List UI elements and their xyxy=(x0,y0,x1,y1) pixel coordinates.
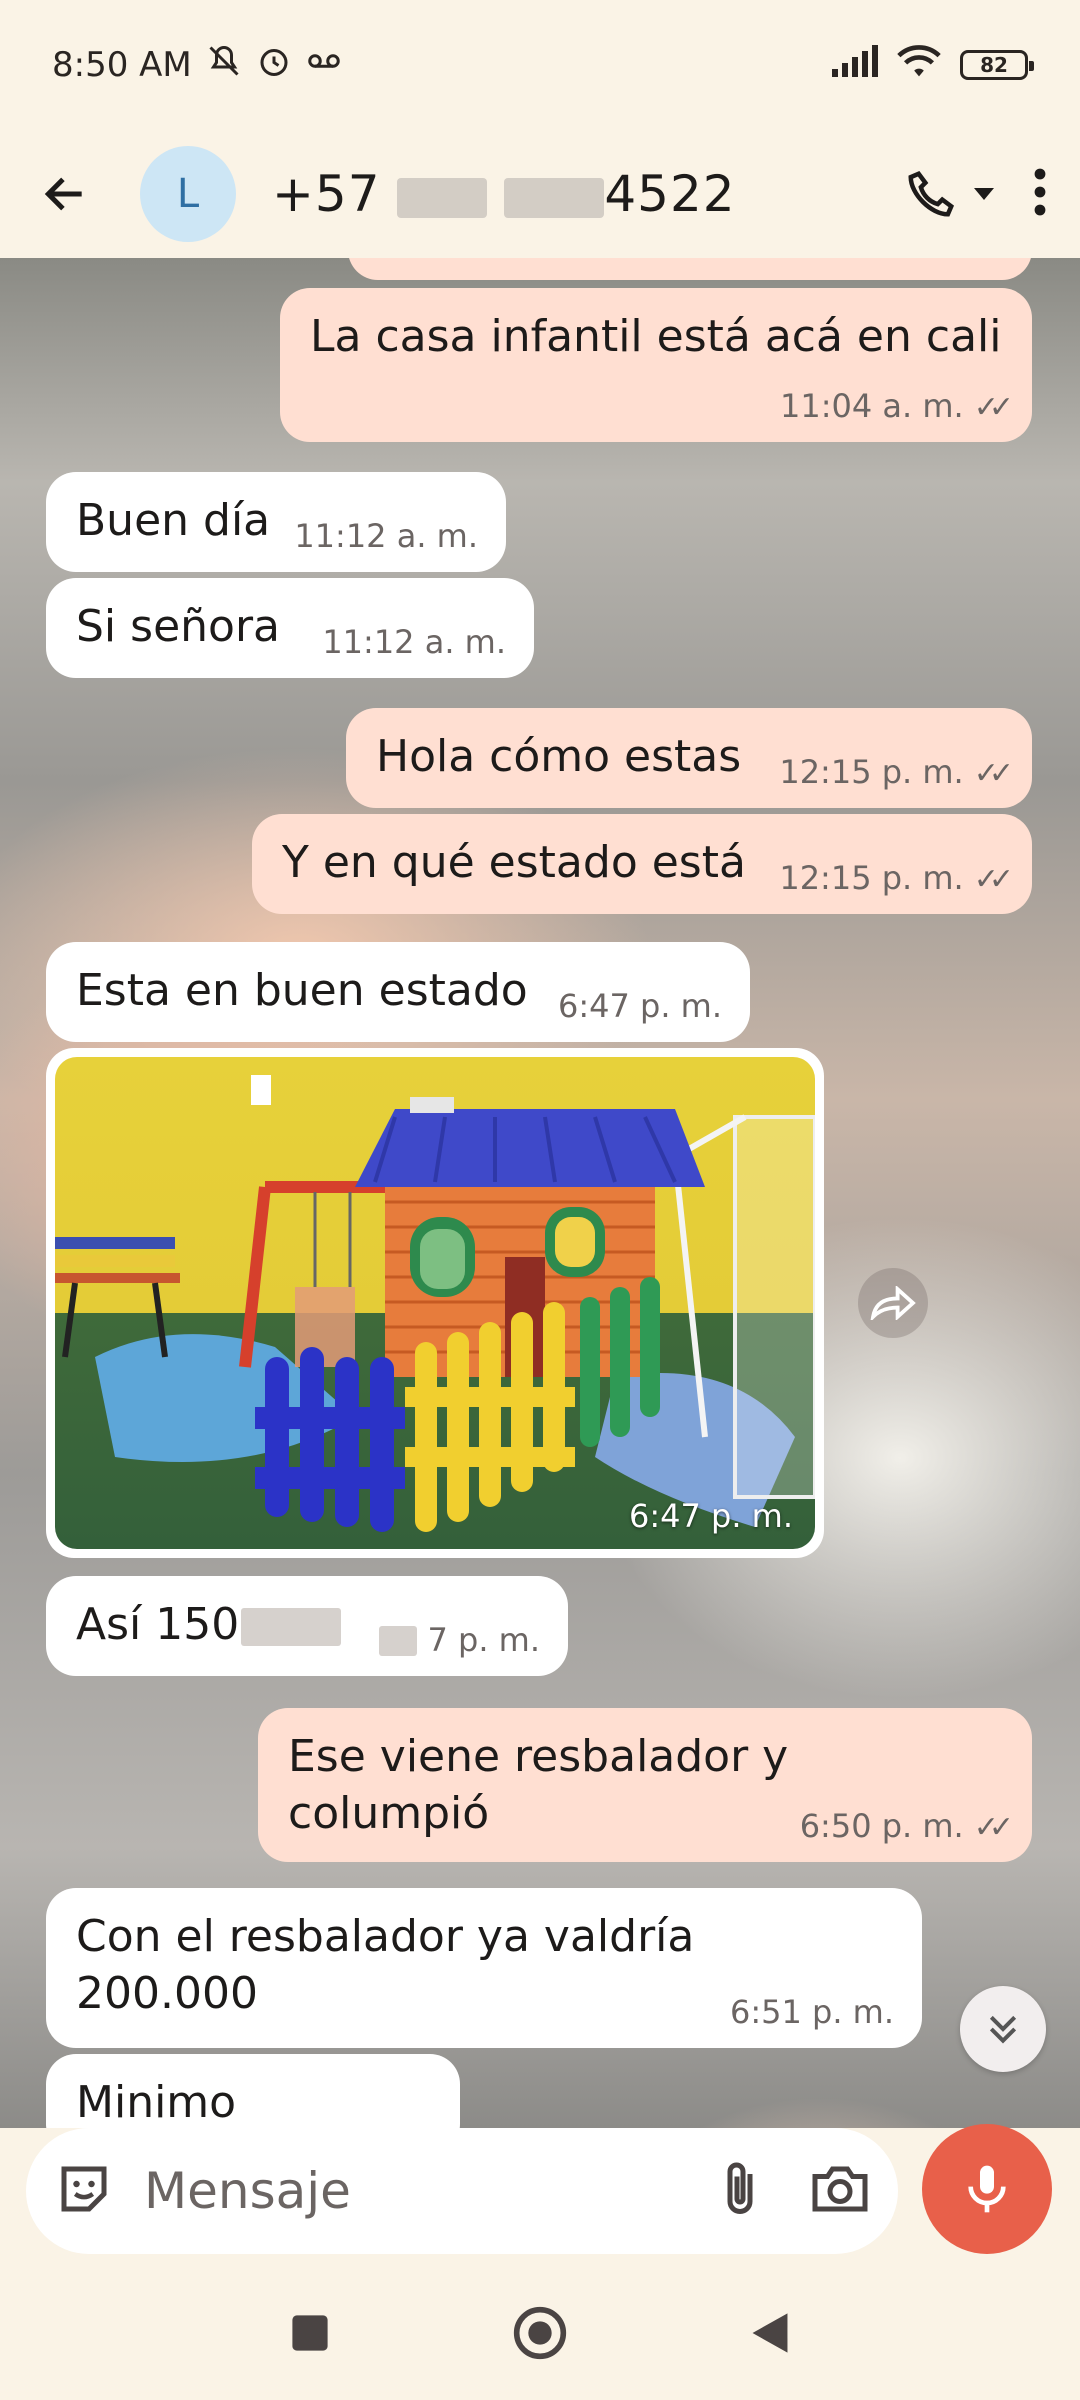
read-ticks-icon: ✓✓ xyxy=(973,755,1014,791)
alarm-icon xyxy=(256,43,292,88)
message-bubble-incoming[interactable]: Esta en buen estado 6:47 p. m. xyxy=(46,942,750,1042)
microphone-icon xyxy=(968,2165,1006,2213)
back-arrow-icon[interactable] xyxy=(30,159,100,229)
mute-icon xyxy=(206,43,242,88)
message-text: Y en qué estado está xyxy=(282,837,746,888)
message-text: La casa infantil está acá en cali xyxy=(310,311,1002,362)
forward-icon[interactable] xyxy=(858,1268,928,1338)
contact-suffix: 4522 xyxy=(604,165,736,223)
scroll-to-bottom-button[interactable] xyxy=(960,1986,1046,2072)
signal-icon xyxy=(830,44,878,87)
chat-area[interactable]: La casa infantil está acá en cali 11:04 … xyxy=(0,258,1080,2128)
more-options-icon[interactable] xyxy=(1030,165,1050,223)
camera-icon[interactable] xyxy=(810,2162,870,2220)
message-time: 11:12 a. m. xyxy=(294,517,478,556)
back-button-icon[interactable] xyxy=(748,2309,792,2361)
wifi-icon xyxy=(896,43,942,88)
message-text: Así 150 xyxy=(76,1599,240,1650)
message-time: 11:04 a. m. xyxy=(780,387,964,426)
voicemail-icon xyxy=(306,43,342,88)
read-ticks-icon: ✓✓ xyxy=(973,861,1014,897)
message-text: Buen día xyxy=(76,495,271,546)
contact-prefix: +57 xyxy=(272,165,398,223)
chat-header: L +57 4522 xyxy=(0,130,1080,258)
voice-record-button[interactable] xyxy=(922,2124,1052,2254)
message-text: Hola cómo estas xyxy=(376,731,742,782)
message-bubble-incoming[interactable]: Minimo xyxy=(46,2054,460,2128)
avatar[interactable]: L xyxy=(140,146,236,242)
message-input[interactable]: Mensaje xyxy=(144,2162,351,2220)
home-button-icon[interactable] xyxy=(512,2305,568,2365)
message-text: Con el resbalador ya valdría 200.000 xyxy=(76,1911,695,2020)
message-time: 12:15 p. m. xyxy=(779,859,964,898)
battery-icon: 82 xyxy=(960,50,1034,80)
message-bubble-incoming[interactable]: Buen día 11:12 a. m. xyxy=(46,472,506,572)
message-text: Ese viene resbalador y columpió xyxy=(288,1731,789,1840)
contact-name[interactable]: +57 4522 xyxy=(272,165,736,223)
message-time: 6:47 p. m. xyxy=(557,987,722,1026)
read-ticks-icon: ✓✓ xyxy=(973,1809,1014,1845)
status-bar: 8:50 AM 82 xyxy=(0,0,1080,130)
message-bubble-incoming[interactable]: Así 150 7 p. m. xyxy=(46,1576,568,1676)
double-chevron-down-icon xyxy=(989,2015,1017,2044)
message-bubble-incoming[interactable]: Con el resbalador ya valdría 200.000 6:5… xyxy=(46,1888,922,2048)
read-ticks-icon: ✓✓ xyxy=(973,389,1014,425)
photo-message[interactable]: 6:47 p. m. xyxy=(46,1048,824,1558)
message-bubble-outgoing[interactable]: La casa infantil está acá en cali 11:04 … xyxy=(280,288,1032,442)
message-bubble-outgoing[interactable]: Y en qué estado está 12:15 p. m. ✓✓ xyxy=(252,814,1032,914)
photo-time: 6:47 p. m. xyxy=(628,1497,793,1535)
message-bubble-outgoing[interactable]: Hola cómo estas 12:15 p. m. ✓✓ xyxy=(346,708,1032,808)
message-time: 12:15 p. m. xyxy=(779,753,964,792)
message-text: Si señora xyxy=(76,601,280,652)
chevron-down-icon[interactable] xyxy=(972,184,996,204)
message-time: 6:50 p. m. xyxy=(799,1807,964,1846)
photo-image xyxy=(55,1075,815,1532)
message-text: Esta en buen estado xyxy=(76,965,528,1016)
status-time: 8:50 AM xyxy=(52,45,192,85)
recents-button-icon[interactable] xyxy=(288,2311,332,2359)
message-bubble-partial xyxy=(348,258,1032,280)
message-time: 7 p. m. xyxy=(427,1621,540,1660)
phone-call-icon[interactable] xyxy=(904,167,996,221)
attach-icon[interactable] xyxy=(716,2159,764,2223)
message-time: 11:12 a. m. xyxy=(322,623,506,662)
message-bubble-outgoing[interactable]: Ese viene resbalador y columpió 6:50 p. … xyxy=(258,1708,1032,1862)
system-navigation-bar xyxy=(0,2270,1080,2400)
message-text: Minimo xyxy=(76,2077,237,2128)
message-bubble-incoming[interactable]: Si señora 11:12 a. m. xyxy=(46,578,534,678)
message-composer[interactable]: Mensaje xyxy=(26,2128,898,2254)
message-time: 6:51 p. m. xyxy=(729,1993,894,2032)
playhouse-photo[interactable]: 6:47 p. m. xyxy=(55,1057,815,1549)
sticker-icon[interactable] xyxy=(54,2159,114,2223)
